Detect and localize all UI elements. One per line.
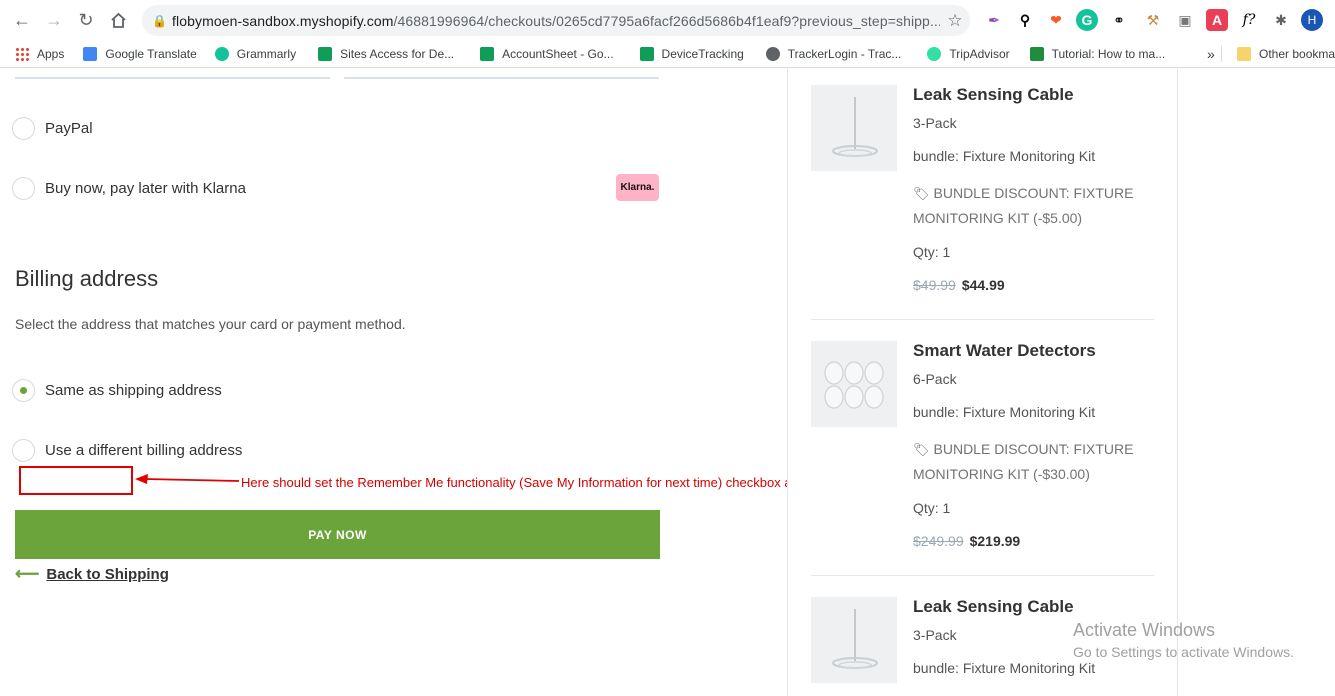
product-variant: 6-Pack: [913, 371, 957, 387]
link-extension-icon[interactable]: ⚭: [1108, 9, 1130, 31]
product-bundle: bundle: Fixture Monitoring Kit: [913, 404, 1096, 420]
tutorial-icon: [1029, 46, 1044, 61]
product-bundle: bundle: Fixture Monitoring Kit: [913, 148, 1096, 164]
tripadvisor-icon: [927, 46, 942, 61]
bookmarks-overflow[interactable]: »: [1201, 42, 1221, 66]
bookmark-item[interactable]: DeviceTracking: [634, 42, 750, 66]
product-name: Leak Sensing Cable: [913, 85, 1074, 104]
billing-subtitle: Select the address that matches your car…: [15, 316, 406, 332]
bookmark-item[interactable]: TrackerLogin - Trac...: [760, 42, 908, 66]
bookmark-label: Apps: [37, 46, 65, 61]
bookmark-label: Grammarly: [236, 46, 297, 61]
pay-now-button[interactable]: PAY NOW: [15, 510, 660, 559]
grammarly-extension-icon[interactable]: G: [1076, 9, 1098, 31]
bookmark-label: Google Translate: [105, 46, 197, 61]
grammarly-icon: [214, 46, 229, 61]
radio-button[interactable]: [12, 439, 35, 462]
formula-extension-icon[interactable]: f?: [1238, 9, 1260, 31]
field-border-left: [15, 77, 330, 79]
checkout-page: PayPal Buy now, pay later with Klarna Kl…: [0, 69, 1335, 696]
colorful-extension-icon[interactable]: ❤: [1045, 9, 1067, 31]
google-sheets-icon: [480, 46, 495, 61]
tag-icon: 🏷: [913, 186, 930, 201]
bookmark-item[interactable]: Google Translate: [77, 42, 202, 66]
bookmark-label: DeviceTracking: [661, 46, 744, 61]
back-to-shipping-link[interactable]: ⟵ Back to Shipping: [15, 564, 169, 584]
product-image-detectors: [811, 341, 897, 427]
tool-extension-icon[interactable]: ⚒: [1142, 9, 1164, 31]
divider: [811, 319, 1154, 320]
payment-option-paypal[interactable]: PayPal: [12, 117, 93, 140]
product-price: $49.99 $44.99: [913, 277, 1005, 293]
lock-icon: 🔒: [152, 13, 167, 28]
billing-title: Billing address: [15, 266, 159, 291]
bookmark-star-icon[interactable]: ☆: [940, 11, 970, 31]
bookmark-item[interactable]: Tutorial: How to ma...: [1024, 42, 1172, 66]
folder-icon: [1237, 47, 1251, 61]
bookmark-item[interactable]: TripAdvisor: [921, 42, 1015, 66]
order-summary: Leak Sensing Cable 3-Pack bundle: Fixtur…: [787, 69, 1178, 696]
product-name: Smart Water Detectors: [913, 341, 1096, 360]
window-extension-icon[interactable]: ▣: [1174, 9, 1196, 31]
url-text: flobymoen-sandbox.myshopify.com/46881996…: [172, 12, 940, 29]
windows-activation-watermark: Activate Windows Go to Settings to activ…: [1073, 620, 1294, 660]
radio-button[interactable]: [12, 117, 35, 140]
google-translate-icon: [83, 46, 98, 61]
apps-grid-icon: [15, 46, 29, 61]
bookmark-item[interactable]: AccountSheet - Go...: [474, 42, 619, 66]
back-arrow-icon[interactable]: ←: [6, 4, 38, 36]
bookmark-item[interactable]: Sites Access for De...: [312, 42, 460, 66]
forward-arrow-icon[interactable]: →: [38, 4, 70, 36]
google-sheets-icon: [318, 46, 333, 61]
annotation-highlight-box: [19, 466, 133, 495]
radio-button-selected[interactable]: [12, 379, 35, 402]
tag-icon: 🏷: [913, 442, 930, 457]
bookmarks-bar: Apps Google Translate Grammarly Sites Acces…: [0, 40, 1335, 68]
product-qty: Qty: 1: [913, 244, 951, 260]
feather-extension-icon[interactable]: ✒: [983, 9, 1005, 31]
product-price: $249.99 $219.99: [913, 533, 1021, 549]
bookmark-label: AccountSheet - Go...: [502, 46, 614, 61]
radio-button[interactable]: [12, 177, 35, 200]
globe-icon: [765, 46, 780, 61]
browser-toolbar: ← → ↻ 🔒 flobymoen-sandbox.myshopify.com/…: [0, 0, 1335, 40]
field-border-right: [344, 77, 659, 79]
google-sheets-icon: [639, 46, 654, 61]
bookmark-label: Sites Access for De...: [340, 46, 455, 61]
bookmarks-divider: [1221, 46, 1222, 62]
bookmark-list: Apps Google Translate Grammarly Sites Acces…: [0, 42, 1171, 66]
divider: [811, 575, 1154, 576]
product-qty: Qty: 1: [913, 500, 951, 516]
a-extension-icon[interactable]: A: [1206, 9, 1228, 31]
avatar[interactable]: H: [1301, 9, 1323, 31]
billing-option-same[interactable]: Same as shipping address: [12, 379, 222, 402]
billing-option-different[interactable]: Use a different billing address: [12, 439, 242, 462]
line-item: Leak Sensing Cable 3-Pack bundle: Fixtur…: [811, 85, 1154, 315]
bookmark-label: Tutorial: How to ma...: [1051, 46, 1166, 61]
other-bookmarks[interactable]: Other bookma: [1231, 42, 1335, 66]
product-variant: 3-Pack: [913, 115, 957, 131]
product-image-cable: [811, 597, 897, 683]
annotation-arrow-icon: [135, 474, 240, 484]
product-image-cable: [811, 85, 897, 171]
discount-line: 🏷 BUNDLE DISCOUNT: FIXTURE MONITORING KIT…: [913, 185, 1134, 226]
left-arrow-icon: ⟵: [15, 564, 40, 583]
bookmark-item[interactable]: Apps: [9, 42, 70, 66]
bookmark-label: TrackerLogin - Trac...: [787, 46, 902, 61]
line-item: Smart Water Detectors 6-Pack bundle: Fix…: [811, 341, 1154, 571]
bookmark-label: TripAdvisor: [949, 46, 1010, 61]
bookmark-item[interactable]: Grammarly: [209, 42, 302, 66]
search-extension-icon[interactable]: ⚲: [1014, 9, 1036, 31]
discount-line: 🏷 BUNDLE DISCOUNT: FIXTURE MONITORING KIT…: [913, 441, 1134, 482]
product-bundle: bundle: Fixture Monitoring Kit: [913, 660, 1096, 676]
puzzle-extensions-icon[interactable]: ✱: [1270, 9, 1292, 31]
address-bar[interactable]: 🔒 flobymoen-sandbox.myshopify.com/468819…: [142, 5, 970, 36]
home-icon[interactable]: [102, 4, 134, 36]
klarna-logo: Klarna.: [616, 174, 659, 201]
reload-icon[interactable]: ↻: [70, 4, 102, 36]
payment-option-klarna[interactable]: Buy now, pay later with Klarna: [12, 177, 246, 200]
